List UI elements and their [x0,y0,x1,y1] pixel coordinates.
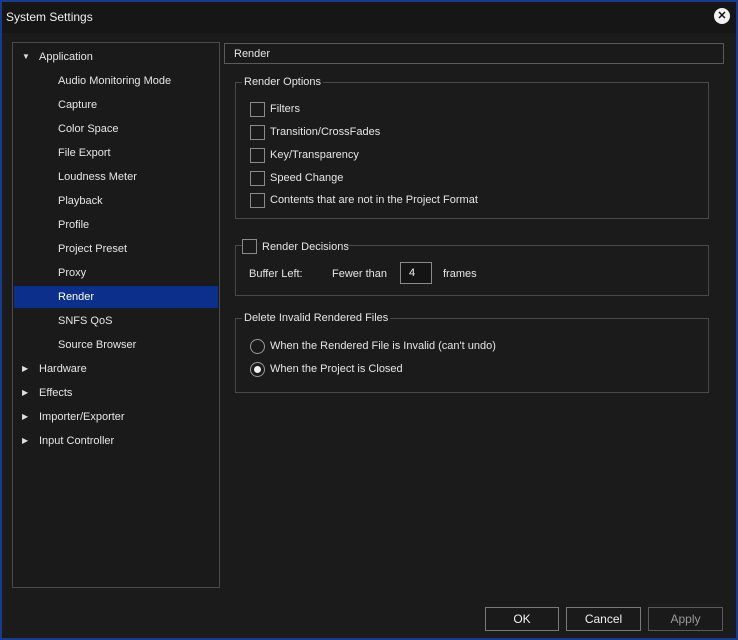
render-decisions-checkbox[interactable] [242,239,257,254]
tree-item-project-preset[interactable]: Project Preset [14,238,218,260]
tree-item-file-export[interactable]: File Export [14,142,218,164]
collapsed-arrow-icon[interactable]: ▶ [22,406,28,428]
tree-item-application[interactable]: ▼ Application [14,46,218,68]
tree-item-snfs-qos[interactable]: SNFS QoS [14,310,218,332]
delete-when-invalid-radio[interactable] [250,339,265,354]
buffer-left-label: Buffer Left: [249,268,303,280]
contents-not-in-format-checkbox[interactable] [250,193,265,208]
title-bar: System Settings ✕ [2,2,736,33]
delete-when-closed-radio[interactable] [250,362,265,377]
ok-button[interactable]: OK [485,607,559,631]
panel-header: Render [224,43,724,64]
panel-title: Render [234,48,271,60]
tree-item-capture[interactable]: Capture [14,94,218,116]
tree-item-playback[interactable]: Playback [14,190,218,212]
expanded-arrow-icon[interactable]: ▼ [22,46,30,68]
tree-item-input-controller[interactable]: ▶ Input Controller [14,430,218,452]
key-transparency-checkbox[interactable] [250,148,265,163]
tree-item-render[interactable]: Render [14,286,218,308]
tree-item-effects[interactable]: ▶ Effects [14,382,218,404]
collapsed-arrow-icon[interactable]: ▶ [22,358,28,380]
fewer-than-label: Fewer than [332,268,388,280]
tree-item-hardware[interactable]: ▶ Hardware [14,358,218,380]
render-options-group: Render Options Filters Transition/CrossF… [235,75,709,219]
close-icon[interactable]: ✕ [714,8,730,24]
buffer-frames-input[interactable] [400,262,432,284]
collapsed-arrow-icon[interactable]: ▶ [22,430,28,452]
tree-item-source-browser[interactable]: Source Browser [14,334,218,356]
settings-tree[interactable]: ▼ Application Audio Monitoring Mode Capt… [12,42,220,588]
delete-invalid-title: Delete Invalid Rendered Files [242,311,391,325]
tree-item-loudness-meter[interactable]: Loudness Meter [14,166,218,188]
tree-item-importer-exporter[interactable]: ▶ Importer/Exporter [14,406,218,428]
speed-change-checkbox[interactable] [250,171,265,186]
render-decisions-option[interactable]: Render Decisions [242,239,349,255]
transition-crossfades-checkbox[interactable] [250,125,265,140]
tree-item-audio-monitoring-mode[interactable]: Audio Monitoring Mode [14,70,218,92]
frames-label: frames [443,268,477,280]
delete-invalid-group: Delete Invalid Rendered Files When the R… [235,311,709,393]
tree-item-proxy[interactable]: Proxy [14,262,218,284]
tree-item-profile[interactable]: Profile [14,214,218,236]
cancel-button[interactable]: Cancel [566,607,641,631]
filters-checkbox[interactable] [250,102,265,117]
render-options-title: Render Options [242,75,324,89]
tree-item-color-space[interactable]: Color Space [14,118,218,140]
collapsed-arrow-icon[interactable]: ▶ [22,382,28,404]
window-title: System Settings [6,10,93,24]
apply-button[interactable]: Apply [648,607,723,631]
